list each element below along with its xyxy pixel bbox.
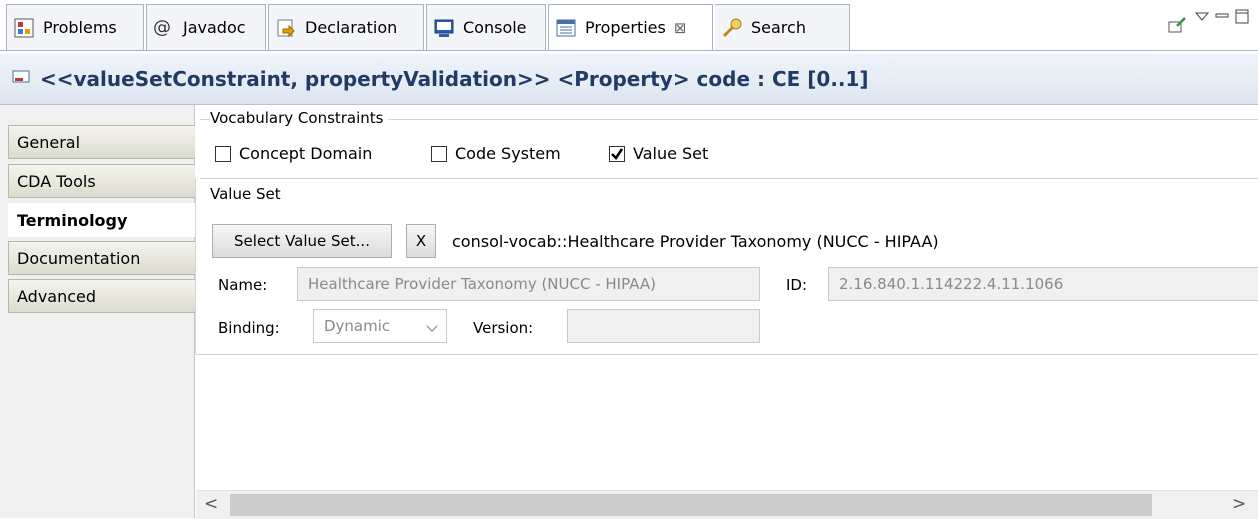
binding-label: Binding: bbox=[218, 319, 280, 337]
value-set-check-label: Value Set bbox=[633, 144, 709, 163]
valueset-group-border bbox=[200, 178, 1258, 179]
valueset-group-bottom-border bbox=[196, 354, 1258, 355]
nav-item-label: Terminology bbox=[17, 210, 128, 230]
pin-view-icon[interactable] bbox=[1168, 16, 1188, 38]
scroll-right-arrow-icon[interactable]: > bbox=[1232, 494, 1246, 514]
version-label: Version: bbox=[473, 319, 534, 337]
properties-header: <<valueSetConstraint, propertyValidation… bbox=[0, 54, 1258, 105]
vocab-group-title: Vocabulary Constraints bbox=[210, 109, 388, 127]
tab-javadoc[interactable]: @ Javadoc bbox=[146, 4, 266, 50]
property-element-icon bbox=[12, 69, 32, 89]
tab-properties-label: Properties bbox=[585, 18, 666, 37]
chevron-down-icon bbox=[426, 320, 438, 338]
value-set-qualified-name: consol-vocab::Healthcare Provider Taxono… bbox=[452, 232, 939, 251]
view-menu-icon[interactable] bbox=[1194, 10, 1210, 28]
clear-value-set-label: X bbox=[415, 232, 427, 250]
nav-item-terminology[interactable]: Terminology bbox=[8, 203, 195, 237]
valueset-group-title: Value Set bbox=[210, 185, 285, 203]
nav-item-label: CDA Tools bbox=[17, 171, 96, 191]
checkmark-icon bbox=[611, 147, 624, 160]
nav-item-general[interactable]: General bbox=[8, 125, 195, 159]
code-system-label: Code System bbox=[455, 144, 561, 163]
select-value-set-button[interactable]: Select Value Set... bbox=[212, 224, 392, 258]
search-icon bbox=[721, 17, 743, 39]
nav-item-label: General bbox=[17, 132, 81, 152]
minimize-icon[interactable] bbox=[1214, 8, 1230, 28]
concept-domain-label: Concept Domain bbox=[239, 144, 373, 163]
tab-javadoc-label: Javadoc bbox=[183, 18, 246, 37]
checkbox-box[interactable] bbox=[431, 145, 447, 162]
scrollbar-thumb[interactable] bbox=[230, 494, 1152, 516]
page-title: <<valueSetConstraint, propertyValidation… bbox=[40, 67, 869, 91]
id-field[interactable]: 2.16.840.1.114222.4.11.1066 bbox=[828, 267, 1258, 301]
maximize-icon[interactable] bbox=[1234, 8, 1250, 30]
nav-item-advanced[interactable]: Advanced bbox=[8, 279, 195, 313]
clear-value-set-button[interactable]: X bbox=[406, 224, 436, 258]
tab-problems[interactable]: Problems bbox=[6, 4, 144, 50]
tab-properties[interactable]: Properties ⊠ bbox=[548, 4, 713, 50]
id-field-value: 2.16.840.1.114222.4.11.1066 bbox=[839, 275, 1064, 293]
nav-item-cda-tools[interactable]: CDA Tools bbox=[8, 164, 195, 198]
nav-item-label: Documentation bbox=[17, 248, 141, 268]
close-icon[interactable]: ⊠ bbox=[674, 19, 687, 37]
tab-console-label: Console bbox=[463, 18, 527, 37]
valueset-group-left-border bbox=[195, 178, 196, 354]
properties-tab-list: General CDA Tools Terminology Documentat… bbox=[0, 105, 195, 518]
view-tab-strip: Problems @ Javadoc Declaration Console P… bbox=[0, 0, 1258, 53]
name-label: Name: bbox=[218, 276, 268, 294]
declaration-icon bbox=[275, 17, 297, 39]
checkbox-checked[interactable] bbox=[609, 145, 625, 162]
version-field[interactable] bbox=[567, 309, 760, 343]
problems-icon bbox=[13, 17, 35, 39]
javadoc-icon: @ bbox=[153, 16, 171, 38]
select-value-set-label: Select Value Set... bbox=[234, 232, 370, 250]
tab-search[interactable]: Search bbox=[715, 4, 850, 50]
binding-select-value: Dynamic bbox=[324, 317, 391, 335]
tab-declaration-label: Declaration bbox=[305, 18, 398, 37]
tab-problems-label: Problems bbox=[43, 18, 117, 37]
tab-divider bbox=[0, 50, 1258, 51]
code-system-checkbox[interactable]: Code System bbox=[431, 144, 561, 163]
concept-domain-checkbox[interactable]: Concept Domain bbox=[215, 144, 372, 163]
tab-search-label: Search bbox=[751, 18, 806, 37]
checkbox-box[interactable] bbox=[215, 145, 231, 162]
nav-item-label: Advanced bbox=[17, 286, 97, 306]
horizontal-scrollbar[interactable]: < > bbox=[196, 490, 1258, 519]
name-field[interactable]: Healthcare Provider Taxonomy (NUCC - HIP… bbox=[297, 267, 760, 301]
nav-item-documentation[interactable]: Documentation bbox=[8, 241, 195, 275]
binding-select[interactable]: Dynamic bbox=[313, 309, 447, 343]
properties-icon bbox=[555, 17, 577, 39]
id-label: ID: bbox=[786, 276, 808, 294]
scroll-left-arrow-icon[interactable]: < bbox=[204, 494, 218, 514]
name-field-value: Healthcare Provider Taxonomy (NUCC - HIP… bbox=[308, 275, 656, 293]
tab-declaration[interactable]: Declaration bbox=[268, 4, 424, 50]
tab-console[interactable]: Console bbox=[426, 4, 546, 50]
value-set-checkbox[interactable]: Value Set bbox=[609, 144, 708, 163]
console-icon bbox=[433, 17, 455, 39]
